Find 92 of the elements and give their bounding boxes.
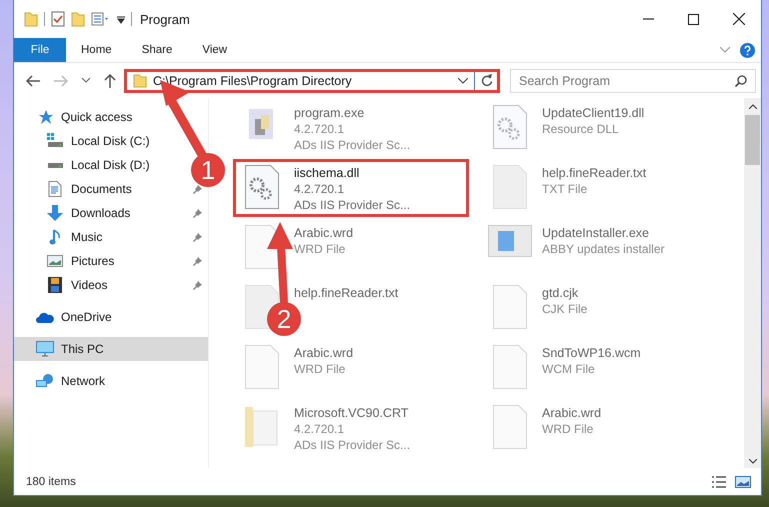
file-tab[interactable]: File — [14, 38, 66, 62]
file-name[interactable]: UpdateInstaller.exe — [542, 225, 665, 241]
file-detail: 4.2.720.1 — [294, 421, 346, 437]
search-field[interactable]: Search Program — [510, 68, 756, 92]
up-arrow-icon[interactable] — [104, 74, 116, 88]
drive-icon — [47, 161, 63, 169]
sidebar-item[interactable]: Music — [71, 230, 102, 244]
file-name[interactable]: gtd.cjk — [542, 285, 588, 301]
details-view-icon[interactable] — [711, 476, 727, 488]
file-detail: WRD File — [294, 241, 346, 257]
sidebar-item[interactable]: OneDrive — [14, 305, 208, 329]
file-detail: ADs IIS Provider Sc... — [294, 437, 410, 453]
view-list-icon[interactable] — [91, 11, 111, 27]
pin-icon[interactable] — [193, 208, 202, 218]
expand-ribbon-icon[interactable] — [720, 47, 730, 53]
folder-icon — [133, 74, 147, 88]
gear-file-icon — [245, 165, 279, 209]
sidebar-item[interactable]: Documents — [71, 182, 132, 196]
scroll-up-icon[interactable] — [748, 104, 756, 109]
search-icon[interactable] — [735, 74, 747, 86]
file-detail: Resource DLL — [542, 121, 620, 137]
minimize-icon[interactable] — [643, 18, 654, 20]
file-name[interactable]: help.fineReader.txt — [542, 165, 646, 181]
refresh-icon[interactable] — [481, 74, 493, 87]
pin-icon[interactable] — [193, 280, 202, 290]
file-detail: TXT File — [542, 181, 588, 197]
file-name[interactable]: Arabic.wrd — [542, 405, 602, 421]
sidebar-item[interactable]: Local Disk (C:) — [71, 134, 150, 148]
file-detail: WRD File — [294, 361, 346, 377]
file-detail: WCM File — [542, 361, 596, 377]
installer-window-icon — [488, 225, 532, 257]
file-detail: CJK File — [542, 301, 588, 317]
file-detail: 4.2.720.1 — [294, 121, 346, 137]
file-name[interactable]: program.exe — [294, 105, 410, 121]
file-detail: ABBY updates installer — [542, 241, 665, 257]
properties-icon[interactable] — [51, 11, 65, 27]
sidebar-item[interactable]: Network — [14, 369, 208, 393]
back-icon[interactable] — [26, 74, 40, 86]
file-detail: 4.2.720.1 — [294, 181, 346, 197]
ribbon-tab[interactable]: Share — [126, 38, 188, 62]
file-icon — [493, 405, 527, 449]
sidebar-item[interactable]: Local Disk (D:) — [71, 158, 150, 172]
large-icons-view-icon[interactable] — [735, 476, 751, 488]
file-icon — [245, 345, 279, 389]
sidebar-item[interactable]: Videos — [71, 278, 108, 292]
file-name[interactable]: Arabic.wrd — [294, 345, 354, 361]
film-icon — [48, 277, 62, 293]
scroll-down-icon[interactable] — [748, 459, 756, 464]
star-icon — [37, 109, 53, 125]
sidebar-item[interactable]: Quick access — [14, 105, 208, 129]
file-name[interactable]: Microsoft.VC90.CRT — [294, 405, 410, 421]
file-icon — [493, 345, 527, 389]
scrollbar-thumb[interactable] — [745, 115, 760, 165]
ribbon-tab[interactable]: Home — [66, 38, 127, 62]
download-arrow-icon — [47, 205, 63, 221]
address-field[interactable]: C:\Program Files\Program Directory — [124, 68, 500, 92]
document-icon — [48, 181, 62, 197]
scrollbar[interactable] — [744, 98, 761, 468]
help-icon[interactable] — [740, 42, 755, 58]
cloud-icon — [36, 312, 54, 322]
sidebar-item[interactable]: Pictures — [71, 254, 114, 268]
recent-caret-icon[interactable] — [82, 78, 90, 83]
window-title: Program — [140, 12, 190, 26]
network-icon — [36, 373, 54, 389]
item-count: 180 items — [26, 476, 76, 488]
file-icon — [493, 165, 527, 209]
music-note-icon — [49, 229, 61, 245]
file-name[interactable]: Arabic.wrd — [294, 225, 354, 241]
close-icon[interactable] — [733, 13, 745, 25]
pin-icon[interactable] — [193, 184, 202, 194]
file-name[interactable]: iischema.dll — [294, 165, 410, 181]
picture-icon — [47, 255, 63, 267]
file-detail: ADs IIS Provider Sc... — [294, 137, 410, 153]
file-name[interactable]: help.fineReader.txt — [294, 285, 398, 301]
drive-icon — [47, 133, 63, 149]
customize-caret-icon[interactable] — [117, 14, 125, 24]
gear-file-icon — [493, 105, 527, 149]
file-detail: ADs IIS Provider Sc... — [294, 197, 410, 213]
file-name[interactable]: UpdateClient19.dll — [542, 105, 644, 121]
file-icon — [493, 285, 527, 329]
monitor-icon — [36, 341, 54, 357]
folder-icon — [245, 405, 279, 449]
file-name[interactable]: SndToWP16.wcm — [542, 345, 641, 361]
dropdown-caret-icon[interactable] — [458, 78, 468, 84]
ribbon-tab[interactable]: View — [187, 38, 242, 62]
file-detail: WRD File — [542, 421, 594, 437]
maximize-icon[interactable] — [688, 14, 699, 24]
file-tile[interactable]: iischema.dll 4.2.720.1 ADs IIS Provider Sc... — [233, 159, 469, 217]
sidebar-item[interactable]: This PC — [14, 337, 208, 361]
pin-icon[interactable] — [193, 256, 202, 266]
sidebar-item[interactable]: Downloads — [71, 206, 130, 220]
pin-icon[interactable] — [193, 232, 202, 242]
